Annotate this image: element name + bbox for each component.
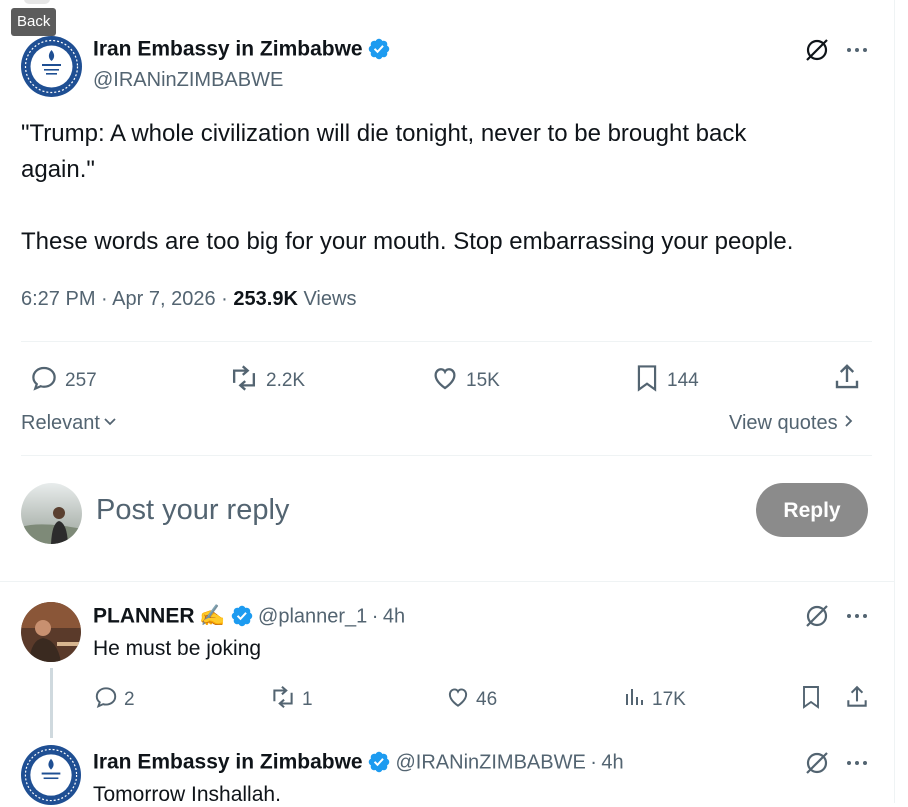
bookmark-icon: [799, 684, 823, 716]
tweet-text-line-2: again.": [21, 156, 95, 183]
separator: ·: [371, 605, 379, 628]
more-options-icon[interactable]: [845, 604, 869, 633]
heart-icon: [445, 684, 471, 716]
reply1-like-action[interactable]: 46: [445, 684, 497, 716]
reply-count: 257: [65, 370, 97, 391]
tweet-text-line-1: "Trump: A whole civilization will die to…: [21, 120, 747, 147]
grok-icon[interactable]: [804, 603, 830, 634]
reply-button[interactable]: Reply: [756, 483, 868, 537]
divider: [21, 341, 872, 342]
repost-action[interactable]: 2.2K: [228, 363, 305, 399]
tweet-meta: 6:27 PM · Apr 7, 2026 · 253.9K Views: [21, 288, 356, 311]
heart-icon: [430, 363, 460, 399]
main-author-handle[interactable]: @IRANinZIMBABWE: [93, 69, 283, 92]
divider: [21, 455, 872, 456]
share-icon: [832, 362, 862, 398]
reply1-views-action[interactable]: 17K: [623, 684, 686, 716]
bookmark-count: 144: [667, 370, 699, 391]
reply1-author-row: PLANNER ✍️ @planner_1 · 4h: [93, 604, 405, 633]
reply-count: 2: [124, 689, 135, 710]
grok-icon[interactable]: [804, 750, 830, 781]
main-author-row: Iran Embassy in Zimbabwe: [93, 37, 391, 66]
more-options-icon[interactable]: [845, 38, 869, 67]
verified-badge-icon[interactable]: [230, 604, 254, 633]
top-avatar-sliver: [24, 0, 50, 4]
reply1-bookmark-action[interactable]: [799, 684, 823, 716]
reply1-reply-action[interactable]: 2: [93, 684, 135, 716]
verified-badge-icon[interactable]: [367, 750, 391, 779]
reply-icon: [29, 363, 59, 399]
column-border: [894, 0, 895, 803]
view-quotes-link[interactable]: View quotes: [729, 412, 856, 435]
reply-icon: [93, 684, 119, 716]
main-author-name[interactable]: Iran Embassy in Zimbabwe: [93, 38, 363, 61]
views-label: Views: [303, 288, 357, 310]
reply1-author-name[interactable]: PLANNER: [93, 605, 195, 628]
sort-label: Relevant: [21, 412, 100, 434]
embassy-avatar[interactable]: [21, 36, 82, 97]
chevron-down-icon: [102, 412, 118, 435]
reply1-share-action[interactable]: [844, 684, 870, 716]
views-count: 17K: [652, 689, 686, 710]
repost-icon: [269, 684, 297, 716]
reply1-text: He must be joking: [93, 637, 262, 660]
views-count: 253.9K: [233, 288, 298, 310]
reply2-author-row: Iran Embassy in Zimbabwe @IRANinZIMBABWE…: [93, 750, 624, 779]
reply-action[interactable]: 257: [29, 363, 97, 399]
reply2-time[interactable]: 4h: [601, 752, 623, 774]
repost-count: 1: [302, 689, 313, 710]
meta-separator: ·: [221, 288, 228, 310]
like-count: 15K: [466, 370, 500, 391]
user-avatar[interactable]: [21, 483, 82, 544]
chevron-right-icon: [840, 412, 856, 435]
tweet-time[interactable]: 6:27 PM: [21, 288, 95, 310]
meta-separator: ·: [101, 288, 108, 310]
back-tooltip: Back: [11, 8, 57, 36]
like-action[interactable]: 15K: [430, 363, 500, 399]
divider: [0, 581, 894, 582]
reply2-author-name[interactable]: Iran Embassy in Zimbabwe: [93, 751, 363, 774]
verified-badge-icon[interactable]: [367, 37, 391, 66]
repost-count: 2.2K: [266, 370, 306, 391]
reply1-handle[interactable]: @planner_1: [258, 606, 367, 628]
bookmark-action[interactable]: 144: [633, 363, 699, 399]
like-count: 46: [476, 689, 498, 710]
separator: ·: [590, 751, 597, 774]
grok-icon[interactable]: [804, 37, 830, 68]
reply-input[interactable]: Post your reply: [96, 494, 289, 527]
tweet-date[interactable]: Apr 7, 2026: [112, 288, 215, 310]
planner-avatar[interactable]: [21, 602, 81, 662]
share-icon: [844, 684, 870, 716]
reply2-handle[interactable]: @IRANinZIMBABWE: [396, 752, 586, 774]
reply2-text: Tomorrow Inshallah.: [93, 783, 281, 806]
bookmark-icon: [633, 363, 661, 399]
thread-connector: [50, 668, 53, 738]
reply1-repost-action[interactable]: 1: [269, 684, 313, 716]
repost-icon: [228, 363, 260, 399]
sort-relevant-dropdown[interactable]: Relevant: [21, 412, 118, 435]
reply1-time[interactable]: 4h: [383, 606, 405, 628]
writing-hand-emoji: ✍️: [198, 604, 226, 628]
more-options-icon[interactable]: [845, 751, 869, 780]
tweet-text-line-3: These words are too big for your mouth. …: [21, 228, 794, 255]
share-action[interactable]: [832, 362, 862, 398]
views-chart-icon: [623, 684, 647, 716]
view-quotes-label: View quotes: [729, 412, 838, 434]
embassy-avatar[interactable]: [21, 745, 81, 805]
